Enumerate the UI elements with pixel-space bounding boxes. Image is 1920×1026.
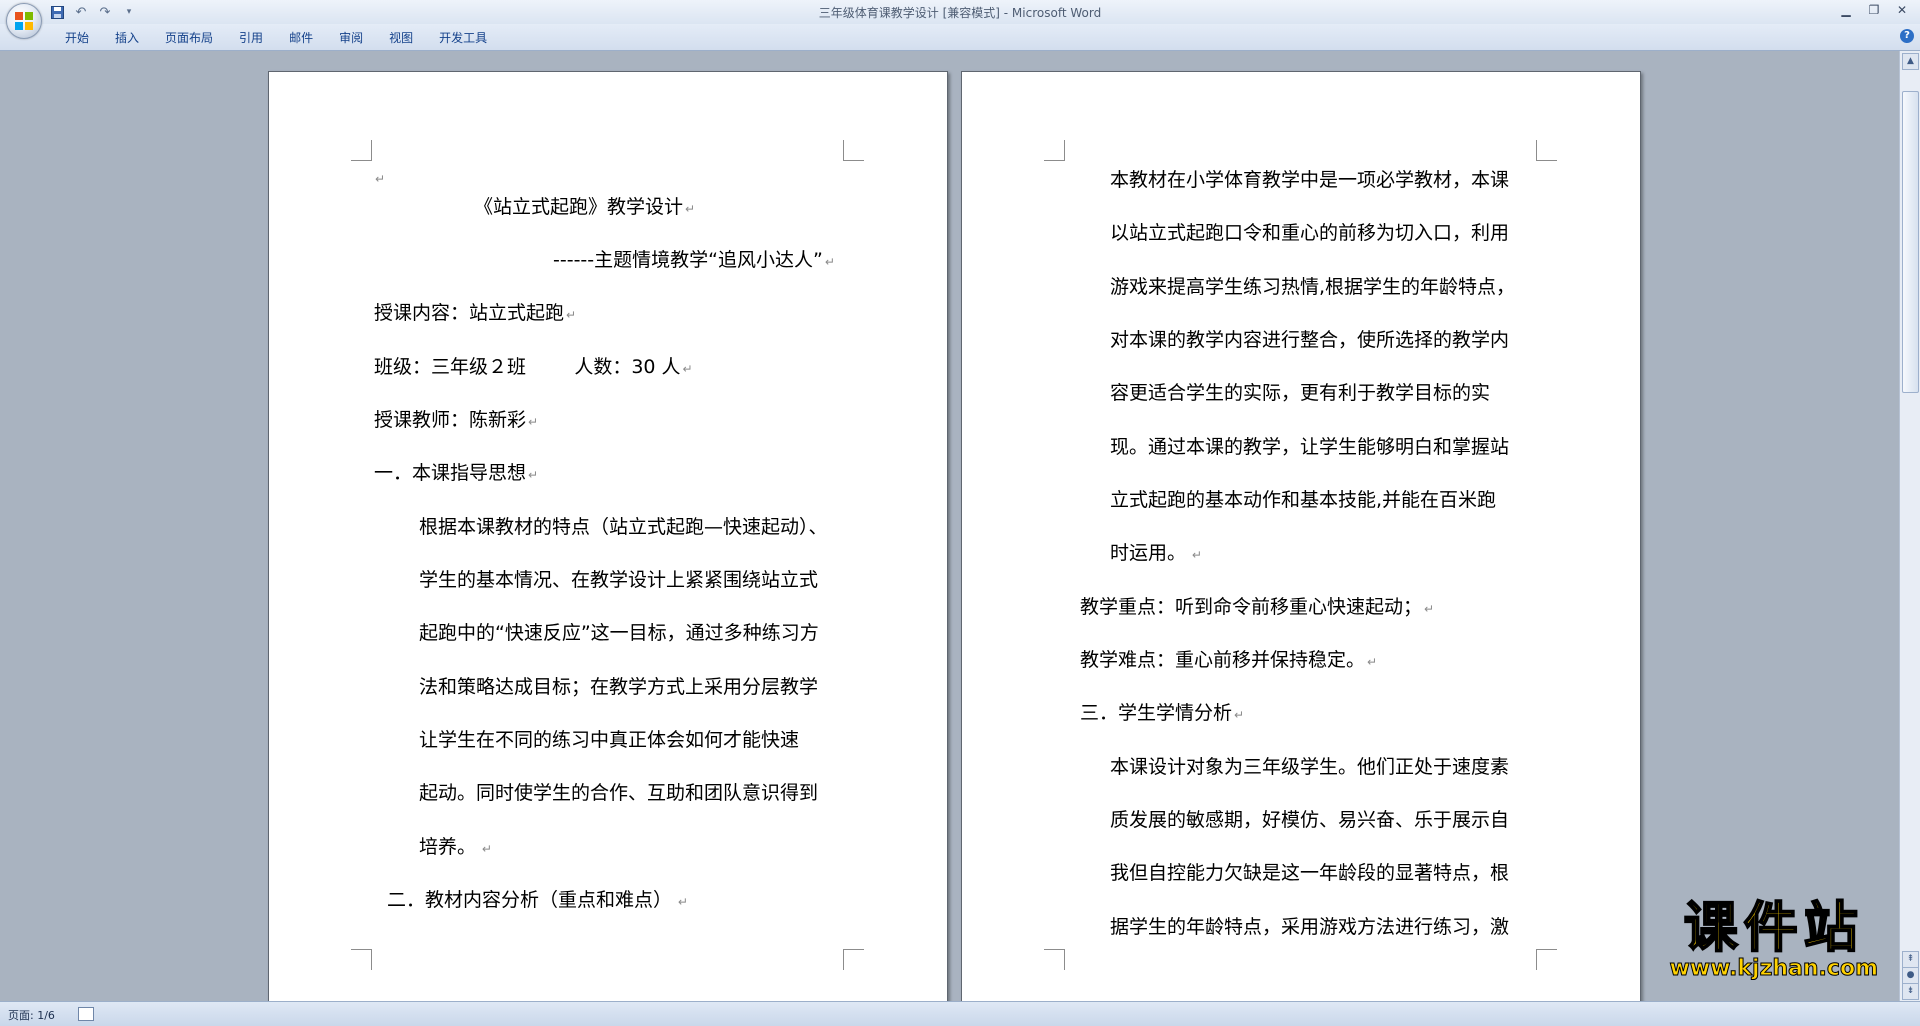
paragraph-mark-icon: ↵ xyxy=(375,172,386,186)
restore-icon: ❐ xyxy=(1868,3,1880,17)
scroll-thumb[interactable] xyxy=(1902,91,1919,393)
close-button[interactable]: ✕ xyxy=(1888,0,1916,20)
tab-insert[interactable]: 插入 xyxy=(102,29,152,46)
margin-mark xyxy=(351,140,372,161)
minimize-icon: ▁ xyxy=(1841,3,1851,17)
next-page-button[interactable]: ⇟ xyxy=(1902,983,1919,1000)
proofing-icon[interactable] xyxy=(78,1007,94,1021)
doc-line: 容更适合学生的实际，更有利于教学目标的实 xyxy=(1110,382,1491,404)
tab-view[interactable]: 视图 xyxy=(376,29,426,46)
office-button-icon xyxy=(15,12,33,30)
margin-mark xyxy=(1536,949,1557,970)
margin-mark xyxy=(1536,140,1557,161)
watermark-url: www.kjzhan.com xyxy=(1669,956,1879,981)
status-bar: 页面: 1/6 xyxy=(0,1001,1920,1026)
title-bar: ↶ ↷ ▾ 三年级体育课教学设计 [兼容模式] - Microsoft Word… xyxy=(0,0,1920,39)
doc-line: 起动。同时使学生的合作、互助和团队意识得到 xyxy=(419,782,819,804)
doc-line: 本课设计对象为三年级学生。他们正处于速度素 xyxy=(1110,756,1510,778)
tab-page-layout[interactable]: 页面布局 xyxy=(152,29,226,46)
doc-line: 我但自控能力欠缺是这一年龄段的显著特点，根 xyxy=(1110,862,1510,884)
doc-subtitle: ------主题情境教学“追风小达人” ↵ xyxy=(553,249,835,271)
minimize-button[interactable]: ▁ xyxy=(1832,0,1860,20)
select-browse-object-button[interactable]: ● xyxy=(1902,967,1919,984)
document-area[interactable]: ↵ 《站立式起跑》教学设计 ↵ ------主题情境教学“追风小达人” ↵ 授课内容… xyxy=(0,51,1900,1001)
tab-review[interactable]: 审阅 xyxy=(326,29,376,46)
prev-page-button[interactable]: ⇞ xyxy=(1902,951,1919,968)
vertical-scrollbar[interactable]: ▲ ⇞ ● ⇟ xyxy=(1899,51,1920,1001)
help-icon[interactable]: ? xyxy=(1900,29,1914,43)
doc-heading: 一．本课指导思想 ↵ xyxy=(374,462,539,484)
doc-line: 以站立式起跑口令和重心的前移为切入口，利用 xyxy=(1110,222,1510,244)
margin-mark xyxy=(843,949,864,970)
doc-line: 游戏来提高学生练习热情,根据学生的年龄特点， xyxy=(1110,276,1516,298)
watermark-title: 课件站 xyxy=(1683,896,1864,959)
doc-line: 质发展的敏感期，好模仿、易兴奋、乐于展示自 xyxy=(1110,809,1510,831)
window-title: 三年级体育课教学设计 [兼容模式] - Microsoft Word xyxy=(818,6,1102,20)
tab-developer[interactable]: 开发工具 xyxy=(426,29,500,46)
document-page-1[interactable]: ↵ 《站立式起跑》教学设计 ↵ ------主题情境教学“追风小达人” ↵ 授课内容… xyxy=(268,71,948,1001)
ribbon-tabs: 开始 插入 页面布局 引用 邮件 审阅 视图 开发工具 ? xyxy=(0,24,1920,51)
doc-line: 培养。 ↵ xyxy=(419,836,492,858)
window-controls: ▁ ❐ ✕ xyxy=(1832,0,1916,20)
doc-key-point: 教学重点：听到命令前移重心快速起动； ↵ xyxy=(1080,596,1435,618)
doc-line: 据学生的年龄特点，采用游戏方法进行练习，激 xyxy=(1110,916,1510,938)
doc-difficulty: 教学难点：重心前移并保持稳定。 ↵ xyxy=(1080,649,1378,671)
doc-line: 法和策略达成目标；在教学方式上采用分层教学 xyxy=(419,676,819,698)
doc-line: 本教材在小学体育教学中是一项必学教材，本课 xyxy=(1110,169,1510,191)
tab-references[interactable]: 引用 xyxy=(226,29,276,46)
scroll-up-button[interactable]: ▲ xyxy=(1902,53,1919,70)
margin-mark xyxy=(843,140,864,161)
doc-line: 授课教师：陈新彩 ↵ xyxy=(374,409,539,431)
doc-line: 起跑中的“快速反应”这一目标，通过多种练习方 xyxy=(419,622,819,644)
watermark: 课件站 www.kjzhan.com xyxy=(1669,896,1879,982)
tab-mailings[interactable]: 邮件 xyxy=(276,29,326,46)
document-page-2[interactable]: 本教材在小学体育教学中是一项必学教材，本课 以站立式起跑口令和重心的前移为切入口… xyxy=(961,71,1641,1001)
doc-line: 授课内容：站立式起跑 ↵ xyxy=(374,302,577,324)
tab-home[interactable]: 开始 xyxy=(52,29,102,46)
doc-line: 时运用。 ↵ xyxy=(1110,542,1202,564)
office-button[interactable] xyxy=(6,3,42,39)
doc-line: 现。通过本课的教学，让学生能够明白和掌握站 xyxy=(1110,436,1510,458)
doc-heading: 三．学生学情分析 ↵ xyxy=(1080,702,1245,724)
doc-line: 根据本课教材的特点（站立式起跑—快速起动）、 xyxy=(419,516,828,538)
margin-mark xyxy=(351,949,372,970)
doc-line: 对本课的教学内容进行整合，使所选择的教学内 xyxy=(1110,329,1510,351)
doc-line: 立式起跑的基本动作和基本技能,并能在百米跑 xyxy=(1110,489,1497,511)
page-indicator[interactable]: 页面: 1/6 xyxy=(8,1007,55,1023)
close-icon: ✕ xyxy=(1896,3,1908,17)
doc-title: 《站立式起跑》教学设计 ↵ xyxy=(474,196,696,218)
doc-line: 让学生在不同的练习中真正体会如何才能快速 xyxy=(419,729,800,751)
margin-mark xyxy=(1044,949,1065,970)
restore-button[interactable]: ❐ xyxy=(1860,0,1888,20)
doc-line: 班级：三年级２班 人数：30 人 ↵ xyxy=(374,356,693,378)
doc-heading: 二．教材内容分析（重点和难点） ↵ xyxy=(387,889,688,911)
doc-line: 学生的基本情况、在教学设计上紧紧围绕站立式 xyxy=(419,569,819,591)
margin-mark xyxy=(1044,140,1065,161)
